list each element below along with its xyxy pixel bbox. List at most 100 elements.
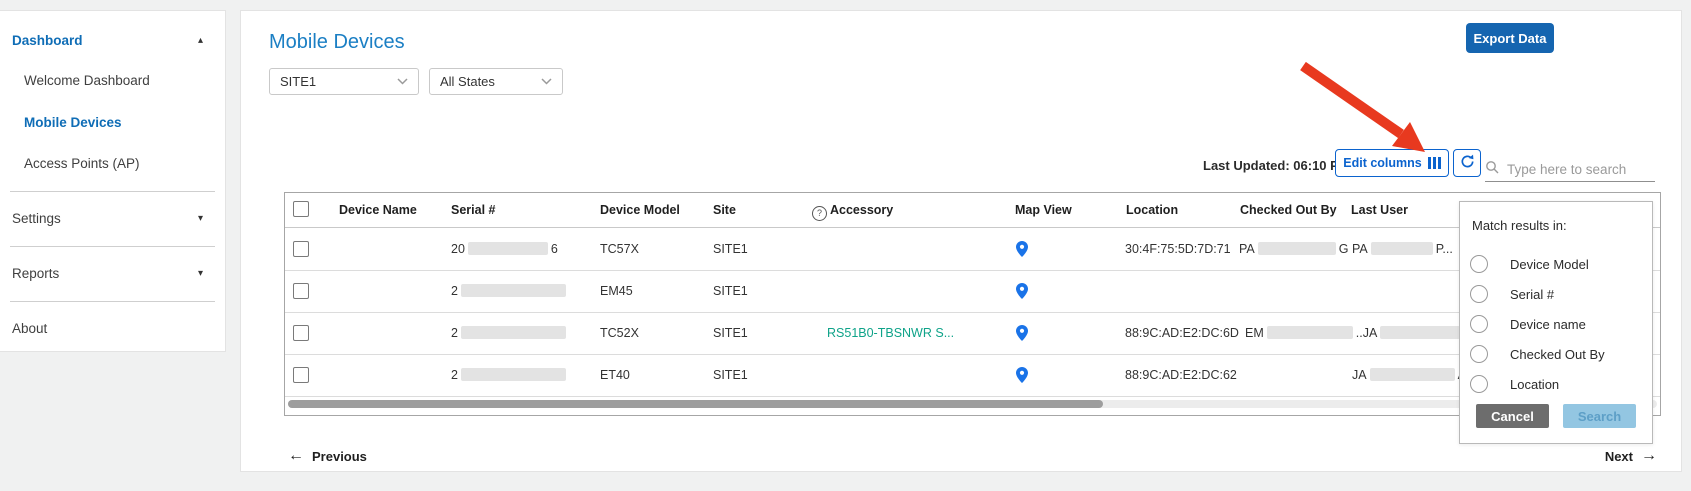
- arrow-left-icon: [288, 447, 304, 465]
- option-device-model[interactable]: Device Model: [1460, 254, 1652, 276]
- search-match-popover: Match results in: Device Model Serial # …: [1459, 201, 1653, 444]
- search-button[interactable]: Search: [1563, 404, 1636, 428]
- cell-serial: 2: [451, 270, 569, 312]
- chevron-down-icon: [397, 78, 408, 85]
- table-row[interactable]: 2 ET40 SITE1 88:9C:AD:E2:DC:62 JAA...: [285, 354, 1660, 397]
- cell-accessory-link[interactable]: RS51B0-TBSNWR S...: [827, 312, 954, 354]
- divider: [10, 246, 215, 247]
- cell-device-model: ET40: [600, 354, 630, 396]
- cell-serial: 2: [451, 312, 569, 354]
- cell-device-model: TC52X: [600, 312, 639, 354]
- option-label: Checked Out By: [1510, 347, 1605, 362]
- option-serial[interactable]: Serial #: [1460, 284, 1652, 306]
- row-checkbox[interactable]: [293, 241, 309, 257]
- sidebar-item-welcome-dashboard[interactable]: Welcome Dashboard: [24, 73, 150, 88]
- cell-location: 88:9C:AD:E2:DC:6D: [1125, 312, 1239, 354]
- redaction-box: [461, 326, 566, 339]
- cell-last-user: JAA...: [1352, 354, 1476, 396]
- redaction-box: [1380, 326, 1460, 339]
- redaction-box: [1258, 242, 1336, 255]
- table-row[interactable]: 2 EM45 SITE1: [285, 270, 1660, 313]
- col-header-location[interactable]: Location: [1126, 203, 1178, 217]
- row-checkbox[interactable]: [293, 283, 309, 299]
- devices-table: Device Name Serial # Device Model Site A…: [284, 192, 1661, 416]
- state-filter-value: All States: [440, 74, 495, 89]
- radio-button[interactable]: [1470, 345, 1488, 363]
- horizontal-scrollbar[interactable]: [288, 400, 1657, 408]
- radio-button[interactable]: [1470, 375, 1488, 393]
- map-pin-icon[interactable]: [1016, 367, 1028, 383]
- radio-button[interactable]: [1470, 285, 1488, 303]
- col-header-map-view[interactable]: Map View: [1015, 203, 1072, 217]
- table-row[interactable]: 206 TC57X SITE1 30:4F:75:5D:7D:71 PAG PA…: [285, 228, 1660, 271]
- cell-location: 30:4F:75:5D:7D:71: [1125, 228, 1231, 270]
- cell-checked-out-by: PAG PAP...: [1239, 228, 1453, 270]
- select-all-checkbox[interactable]: [293, 201, 309, 217]
- arrow-right-icon: [1641, 447, 1657, 465]
- redaction-box: [461, 368, 566, 381]
- redaction-box: [461, 284, 566, 297]
- sidebar: Dashboard Welcome Dashboard Mobile Devic…: [0, 10, 226, 352]
- scrollbar-thumb[interactable]: [288, 400, 1103, 408]
- search-input[interactable]: [1505, 161, 1649, 178]
- col-header-last-user[interactable]: Last User: [1351, 203, 1408, 217]
- col-header-device-model[interactable]: Device Model: [600, 203, 680, 217]
- col-header-checked-out-by[interactable]: Checked Out By: [1240, 203, 1337, 217]
- row-checkbox[interactable]: [293, 367, 309, 383]
- sidebar-item-access-points[interactable]: Access Points (AP): [24, 156, 140, 171]
- map-pin-icon[interactable]: [1016, 283, 1028, 299]
- cancel-button[interactable]: Cancel: [1476, 404, 1549, 428]
- sidebar-item-dashboard[interactable]: Dashboard: [12, 33, 83, 48]
- col-header-device-name[interactable]: Device Name: [339, 203, 417, 217]
- state-filter-dropdown[interactable]: All States: [429, 68, 563, 95]
- app-window: Dashboard Welcome Dashboard Mobile Devic…: [0, 0, 1691, 491]
- site-filter-dropdown[interactable]: SITE1: [269, 68, 419, 95]
- option-label: Serial #: [1510, 287, 1554, 302]
- redaction-box: [468, 242, 548, 255]
- option-checked-out-by[interactable]: Checked Out By: [1460, 344, 1652, 366]
- radio-button[interactable]: [1470, 315, 1488, 333]
- redaction-box: [1267, 326, 1353, 339]
- sidebar-item-about[interactable]: About: [12, 321, 47, 336]
- sidebar-item-mobile-devices[interactable]: Mobile Devices: [24, 115, 122, 130]
- popover-title: Match results in:: [1472, 218, 1567, 233]
- caret-up-icon[interactable]: [198, 35, 203, 46]
- col-header-accessory[interactable]: Accessory: [812, 203, 893, 221]
- cell-device-model: TC57X: [600, 228, 639, 270]
- cell-checked-out-by: EM..JAA...: [1245, 312, 1482, 354]
- table-row[interactable]: 2 TC52X SITE1 RS51B0-TBSNWR S... 88:9C:A…: [285, 312, 1660, 355]
- radio-button[interactable]: [1470, 255, 1488, 273]
- option-device-name[interactable]: Device name: [1460, 314, 1652, 336]
- cell-site: SITE1: [713, 312, 748, 354]
- divider: [10, 191, 215, 192]
- cell-site: SITE1: [713, 354, 748, 396]
- edit-columns-button[interactable]: Edit columns: [1335, 149, 1449, 177]
- question-circle-icon[interactable]: [812, 206, 827, 221]
- redaction-box: [1371, 242, 1433, 255]
- col-header-site[interactable]: Site: [713, 203, 736, 217]
- map-pin-icon[interactable]: [1016, 241, 1028, 257]
- search-icon: [1485, 160, 1499, 179]
- caret-down-icon[interactable]: [198, 268, 203, 279]
- cell-site: SITE1: [713, 270, 748, 312]
- table-header-row: Device Name Serial # Device Model Site A…: [285, 193, 1660, 228]
- previous-label: Previous: [312, 449, 367, 464]
- cell-serial: 206: [451, 228, 558, 270]
- col-header-serial[interactable]: Serial #: [451, 203, 495, 217]
- option-location[interactable]: Location: [1460, 374, 1652, 396]
- map-pin-icon[interactable]: [1016, 325, 1028, 341]
- previous-page-button[interactable]: Previous: [288, 447, 367, 465]
- cell-location: 88:9C:AD:E2:DC:62: [1125, 354, 1237, 396]
- sidebar-item-reports[interactable]: Reports: [12, 266, 59, 281]
- columns-icon: [1428, 157, 1441, 169]
- redaction-box: [1370, 368, 1455, 381]
- site-filter-value: SITE1: [280, 74, 316, 89]
- cell-serial: 2: [451, 354, 569, 396]
- next-page-button[interactable]: Next: [1605, 447, 1657, 465]
- export-data-button[interactable]: Export Data: [1466, 23, 1554, 53]
- option-label: Device name: [1510, 317, 1586, 332]
- row-checkbox[interactable]: [293, 325, 309, 341]
- sidebar-item-settings[interactable]: Settings: [12, 211, 61, 226]
- caret-down-icon[interactable]: [198, 213, 203, 224]
- refresh-button[interactable]: [1453, 149, 1481, 177]
